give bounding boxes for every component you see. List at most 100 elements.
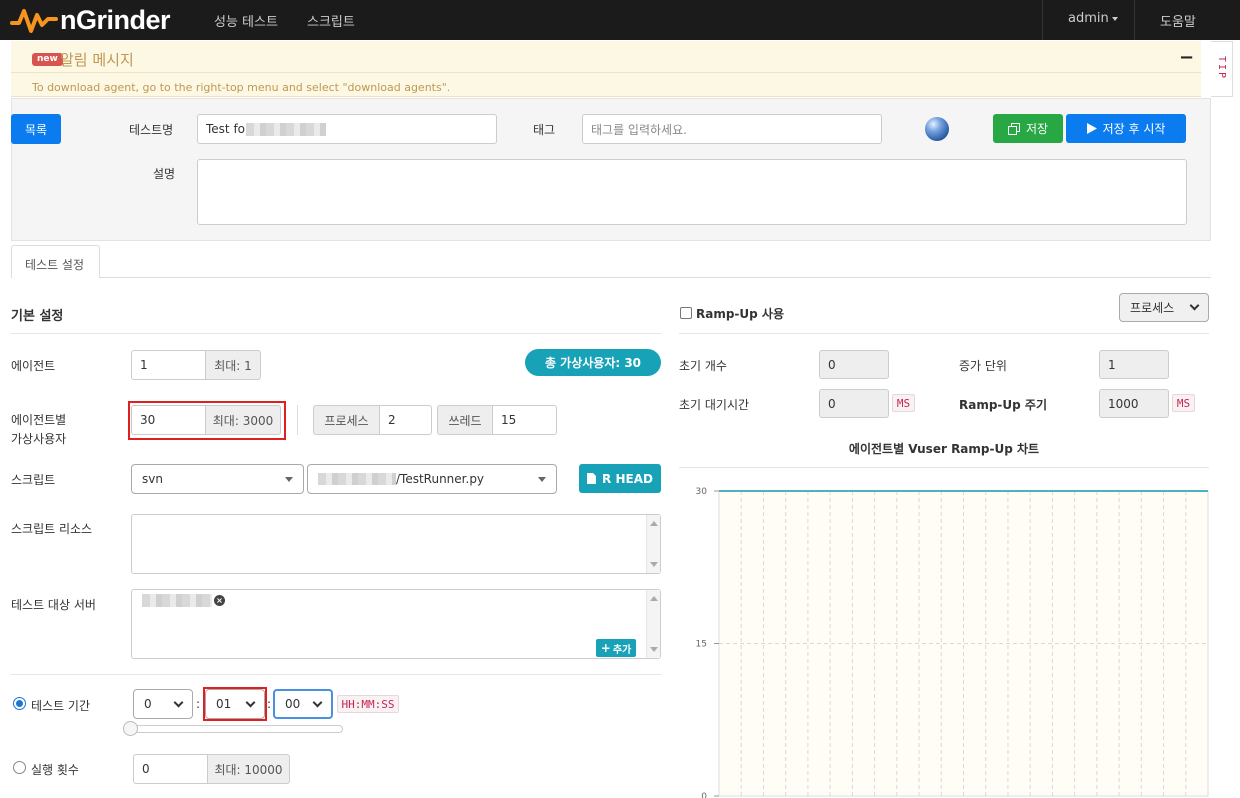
run-count-value: 0 [142, 762, 150, 776]
agent-count-value: 1 [140, 358, 148, 372]
duration-hour-value: 0 [144, 697, 152, 711]
caret-down-icon [1111, 16, 1118, 21]
initial-sleep-unit: MS [892, 394, 915, 412]
duration-slider-track[interactable] [130, 725, 343, 733]
initial-sleep-label: 초기 대기시간 [679, 398, 750, 412]
agent-count-input[interactable]: 1 [131, 350, 206, 380]
process-count-input[interactable]: 2 [379, 405, 432, 435]
rampup-mode-select[interactable]: 프로세스 [1119, 293, 1209, 322]
notice-panel: new 알림 메시지 − To download agent, go to th… [11, 41, 1201, 97]
description-textarea[interactable] [197, 159, 1187, 225]
section-divider [11, 674, 661, 675]
brand-name: nGrinder [60, 4, 171, 35]
section-divider [679, 467, 1209, 468]
thread-count-value: 15 [501, 413, 517, 427]
add-server-label: 추가 [612, 644, 632, 656]
script-path-select[interactable]: /TestRunner.py [307, 464, 557, 494]
increment-value: 1 [1108, 357, 1116, 372]
test-name-value: Test for [206, 122, 250, 136]
redacted-text [246, 123, 326, 136]
duration-slider-handle[interactable] [123, 721, 138, 736]
r-head-button[interactable]: R HEAD [579, 464, 661, 493]
script-path-value: /TestRunner.py [396, 472, 485, 486]
user-menu[interactable]: admin [1068, 11, 1118, 26]
ngrinder-wave-icon [10, 9, 58, 33]
initial-count-input[interactable]: 0 [819, 350, 889, 379]
tag-input[interactable]: 태그를 입력하세요. [582, 114, 882, 144]
thread-addon: 쓰레드 [437, 405, 493, 435]
scroll-down-icon[interactable] [650, 562, 658, 567]
vuser-per-agent-label-2: 가상사용자 [11, 432, 67, 446]
collapse-button[interactable]: − [1179, 47, 1194, 68]
user-name: admin [1068, 11, 1109, 26]
duration-radio[interactable] [13, 697, 26, 710]
script-repo-value: svn [142, 472, 163, 486]
script-resource-label: 스크립트 리소스 [11, 522, 93, 536]
test-name-input[interactable]: Test for [197, 114, 497, 144]
tag-placeholder: 태그를 입력하세요. [591, 122, 687, 137]
script-repo-select[interactable]: svn [131, 464, 304, 494]
scroll-up-icon[interactable] [650, 521, 658, 526]
duration-second-value: 00 [285, 697, 301, 711]
rampup-interval-input[interactable]: 1000 [1099, 389, 1169, 418]
tip-tab[interactable]: TIP [1211, 41, 1233, 97]
process-addon: 프로세스 [313, 405, 380, 435]
total-vusers-badge: 총 가상사용자: 30 [525, 349, 661, 376]
ngrinder-logo[interactable]: nGrinder [10, 3, 171, 37]
initial-sleep-input[interactable]: 0 [819, 389, 889, 418]
section-divider [679, 333, 1209, 334]
rampup-interval-label: Ramp-Up 주기 [959, 398, 1048, 412]
save-and-start-label: 저장 후 시작 [1102, 122, 1166, 136]
r-head-label: R HEAD [602, 471, 653, 486]
nav-performance-test[interactable]: 성능 테스트 [214, 11, 278, 30]
notice-title: 알림 메시지 [60, 51, 134, 69]
agent-label: 에이전트 [11, 359, 56, 373]
help-menu[interactable]: 도움말 [1160, 11, 1196, 30]
duration-second-select[interactable]: 00 [273, 689, 333, 719]
target-server-box[interactable]: × + 추가 [131, 589, 661, 659]
increment-input[interactable]: 1 [1099, 350, 1169, 379]
status-orb-icon [925, 117, 949, 141]
rampup-checkbox[interactable] [680, 307, 692, 319]
scrollbar[interactable] [646, 590, 660, 658]
redacted-server [142, 594, 212, 607]
increment-label: 증가 단위 [959, 359, 1007, 373]
chart-y-tick-label: 0 [701, 792, 707, 798]
rampup-enable-label: Ramp-Up 사용 [696, 307, 785, 321]
nav-script[interactable]: 스크립트 [307, 11, 355, 30]
notice-message: To download agent, go to the right-top m… [32, 81, 451, 94]
list-button[interactable]: 목록 [11, 114, 61, 144]
run-count-input[interactable]: 0 [133, 754, 208, 784]
tab-test-settings[interactable]: 테스트 설정 [11, 245, 100, 278]
add-server-button[interactable]: + 추가 [596, 639, 636, 657]
target-server-label: 테스트 대상 서버 [11, 598, 96, 612]
nav-divider [1134, 0, 1135, 40]
rampup-interval-value: 1000 [1108, 396, 1139, 411]
script-resource-textarea[interactable] [131, 514, 661, 574]
chevron-down-icon [312, 697, 323, 707]
dropdown-arrow-icon [285, 476, 293, 482]
top-navbar: nGrinder 성능 테스트 스크립트 admin 도움말 [0, 0, 1240, 40]
tip-label: TIP [1216, 56, 1227, 81]
run-count-max-addon: 최대: 10000 [207, 754, 290, 784]
thread-count-input[interactable]: 15 [492, 405, 557, 435]
play-icon [1086, 123, 1097, 134]
plus-icon: + [600, 641, 611, 655]
new-badge: new [32, 53, 63, 66]
scroll-up-icon[interactable] [650, 596, 658, 601]
test-name-label: 테스트명 [129, 123, 174, 137]
save-and-start-button[interactable]: 저장 후 시작 [1066, 114, 1186, 143]
run-count-radio[interactable] [13, 761, 26, 774]
chart-y-tick-label: 15 [696, 640, 707, 650]
save-button[interactable]: 저장 [993, 114, 1063, 143]
agent-max-addon: 최대: 1 [205, 350, 261, 380]
remove-server-icon[interactable]: × [214, 595, 225, 606]
file-icon [587, 473, 597, 484]
copy-icon [1007, 122, 1020, 135]
duration-hour-select[interactable]: 0 [133, 689, 193, 719]
scrollbar[interactable] [646, 515, 660, 573]
highlight-box [128, 401, 286, 440]
scroll-down-icon[interactable] [650, 647, 658, 652]
time-separator: : [267, 697, 272, 711]
notice-divider [11, 72, 1201, 73]
